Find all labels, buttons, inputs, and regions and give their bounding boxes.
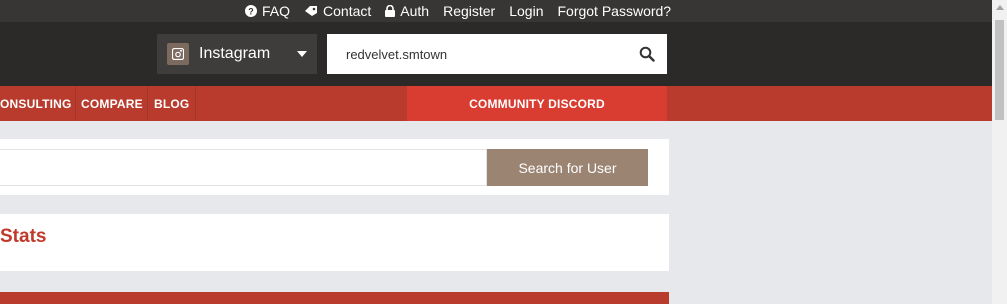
search-for-user-button[interactable]: Search for User (487, 149, 648, 186)
nav-item-blog[interactable]: BLOG (154, 86, 189, 121)
nav-item-consulting[interactable]: ONSULTING (0, 86, 72, 121)
community-discord-label: COMMUNITY DISCORD (469, 96, 605, 111)
main-nav: ONSULTING COMPARE BLOG COMMUNITY DISCORD (0, 86, 992, 121)
section-title: Stats (0, 226, 47, 247)
nav-item-compare[interactable]: COMPARE (81, 86, 143, 121)
scrollbar[interactable] (992, 0, 1007, 304)
user-search-panel: Search for User (0, 139, 669, 195)
instagram-icon (167, 43, 189, 65)
scrollbar-thumb[interactable] (995, 20, 1004, 120)
contact-link[interactable]: Contact (304, 3, 371, 19)
platform-selected-label: Instagram (199, 45, 271, 62)
search-icon[interactable] (639, 46, 655, 62)
section-header-bar (0, 292, 669, 304)
help-icon: ? (245, 5, 257, 17)
nav-divider (147, 86, 148, 121)
stats-panel: Stats (0, 214, 669, 271)
header: Instagram (0, 22, 992, 86)
nav-divider (195, 86, 196, 121)
lock-icon (385, 5, 396, 17)
platform-select[interactable]: Instagram (157, 34, 317, 74)
top-links: ? FAQ Contact Auth Register Login Forgot… (245, 0, 671, 22)
chevron-down-icon (297, 51, 307, 57)
faq-link[interactable]: ? FAQ (245, 3, 290, 19)
scroll-up-icon[interactable] (996, 5, 1004, 10)
nav-divider (75, 86, 76, 121)
login-link[interactable]: Login (509, 3, 543, 19)
top-bar: ? FAQ Contact Auth Register Login Forgot… (0, 0, 992, 22)
auth-link[interactable]: Auth (385, 3, 429, 19)
svg-text:?: ? (248, 7, 254, 17)
tag-icon (304, 5, 318, 17)
search-box (327, 34, 667, 74)
username-field[interactable] (0, 149, 487, 186)
register-link[interactable]: Register (443, 3, 495, 19)
nav-item-community-discord[interactable]: COMMUNITY DISCORD (407, 86, 667, 121)
forgot-password-link[interactable]: Forgot Password? (557, 3, 671, 19)
search-input[interactable] (327, 34, 636, 74)
